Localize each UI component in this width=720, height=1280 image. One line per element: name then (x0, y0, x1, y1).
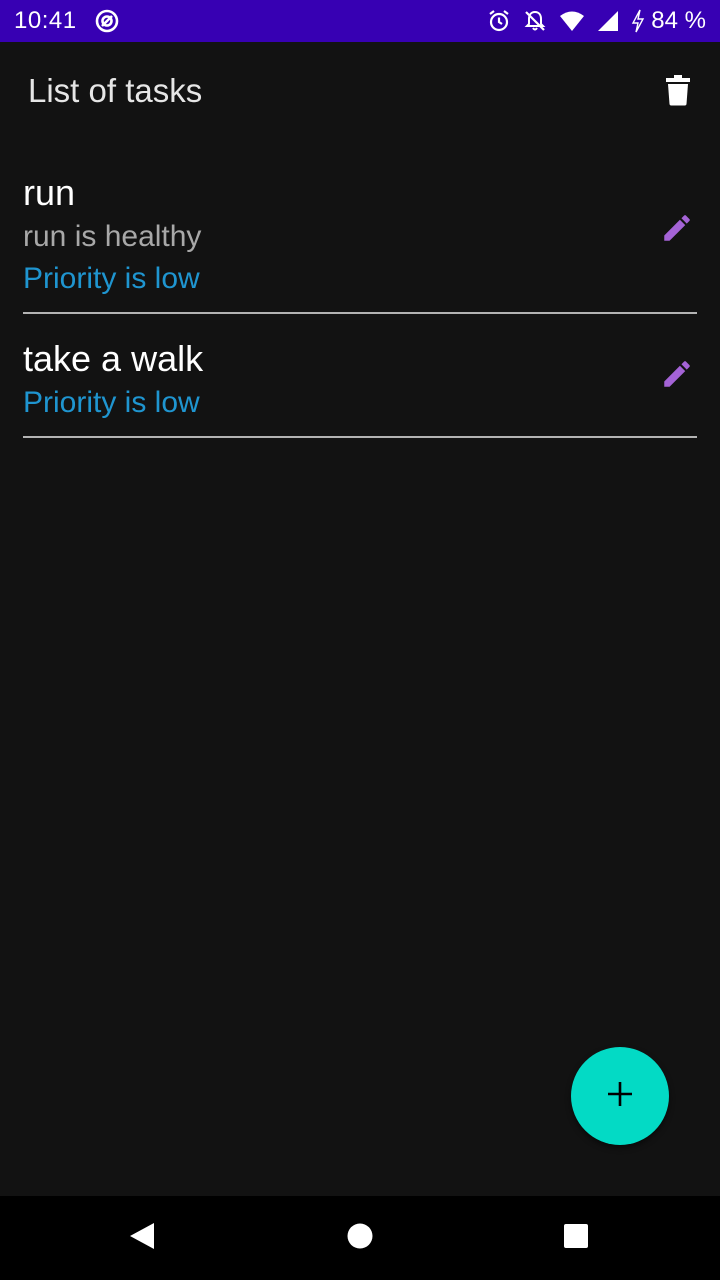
edit-task-button[interactable] (657, 210, 697, 250)
task-priority: Priority is low (23, 262, 200, 295)
task-description: run is healthy (23, 220, 202, 253)
task-list: run run is healthy Priority is low take … (23, 150, 697, 438)
recents-icon (562, 1222, 590, 1255)
home-icon (346, 1222, 374, 1255)
task-title: take a walk (23, 338, 204, 379)
wifi-icon (559, 10, 585, 32)
task-priority: Priority is low (23, 386, 200, 419)
alarm-icon (487, 9, 511, 33)
delete-all-button[interactable] (656, 70, 700, 114)
task-item[interactable]: take a walk Priority is low (23, 314, 697, 438)
pencil-icon (660, 211, 694, 250)
status-time: 10:41 (14, 7, 77, 34)
back-icon (128, 1221, 156, 1256)
page-title: List of tasks (28, 72, 203, 109)
home-button[interactable] (338, 1216, 382, 1260)
pencil-icon (660, 357, 694, 396)
recents-button[interactable] (554, 1216, 598, 1260)
signal-icon (597, 10, 619, 32)
task-title: run (23, 172, 76, 213)
status-bar: 10:41 84 % (0, 0, 720, 42)
sync-icon (95, 9, 119, 33)
add-task-button[interactable] (571, 1047, 669, 1145)
charging-icon (631, 9, 645, 33)
edit-task-button[interactable] (657, 356, 697, 396)
app-bar: List of tasks (0, 42, 720, 142)
navigation-bar (0, 1196, 720, 1280)
trash-icon (665, 74, 691, 111)
notifications-off-icon (523, 9, 547, 33)
back-button[interactable] (120, 1216, 164, 1260)
screen: 10:41 84 % List of tasks run run is heal… (0, 0, 720, 1280)
plus-icon (606, 1080, 634, 1113)
battery-percentage: 84 % (651, 7, 706, 34)
task-item[interactable]: run run is healthy Priority is low (23, 150, 697, 314)
